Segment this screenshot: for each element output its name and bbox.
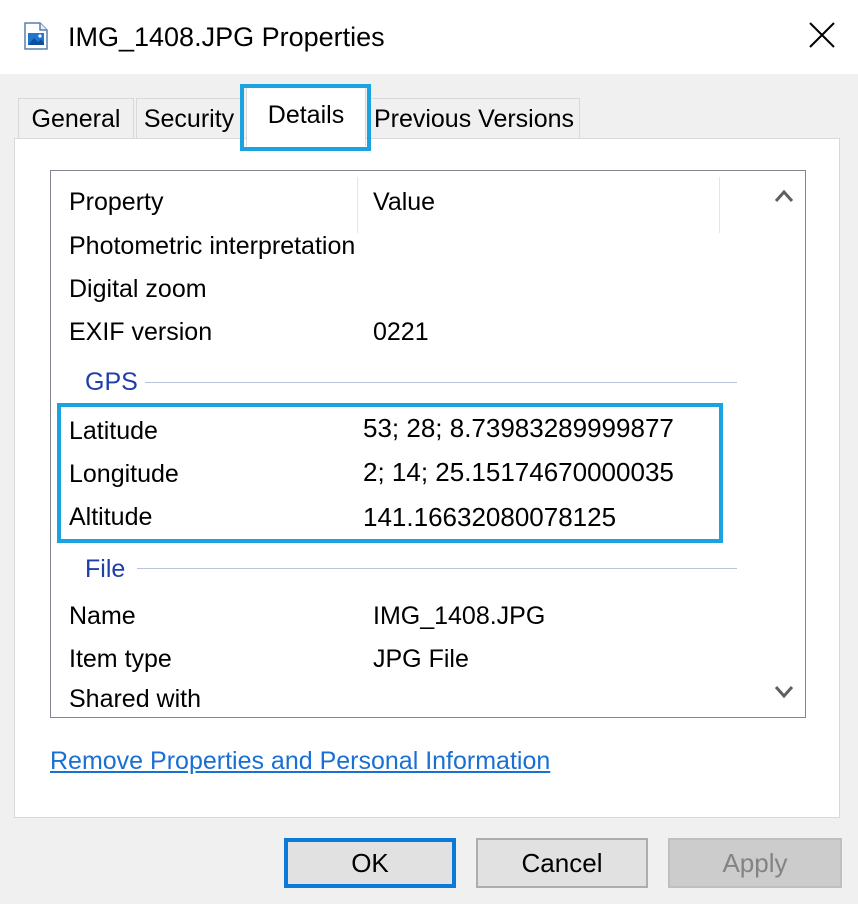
tab-general[interactable]: General: [18, 98, 134, 138]
chevron-down-icon: [774, 685, 794, 704]
column-separator[interactable]: [719, 177, 720, 233]
properties-dialog: IMG_1408.JPG Properties General Security…: [0, 0, 858, 904]
row-label-item-type[interactable]: Item type: [69, 642, 172, 676]
group-divider-file: [137, 568, 737, 569]
row-label-digital-zoom[interactable]: Digital zoom: [69, 272, 207, 306]
row-label-shared-with[interactable]: Shared with: [69, 682, 201, 716]
group-divider-gps: [145, 382, 737, 383]
row-value-name: IMG_1408.JPG: [373, 602, 546, 630]
row-label-altitude[interactable]: Altitude: [69, 500, 152, 534]
row-label-exif-version[interactable]: EXIF version: [69, 315, 212, 349]
row-value-exif-version: 0221: [373, 318, 429, 346]
window-title: IMG_1408.JPG Properties: [68, 22, 385, 52]
tab-previous-versions[interactable]: Previous Versions: [368, 98, 580, 138]
group-title-gps: GPS: [85, 368, 138, 396]
column-separator[interactable]: [357, 177, 358, 233]
scroll-up-button[interactable]: [767, 181, 801, 215]
tab-security[interactable]: Security: [136, 98, 242, 138]
property-list[interactable]: Property Value Photometric interpretatio…: [50, 170, 806, 718]
row-label-longitude[interactable]: Longitude: [69, 457, 179, 491]
row-value-altitude: 141.16632080078125: [363, 502, 617, 532]
row-label-latitude[interactable]: Latitude: [69, 414, 158, 448]
close-icon: [809, 21, 835, 53]
row-value-latitude: 53; 28; 8.73983289999877: [363, 413, 674, 443]
row-value-item-type: JPG File: [373, 645, 469, 673]
image-file-icon: [24, 22, 48, 50]
cancel-button[interactable]: Cancel: [476, 838, 648, 888]
column-header-value[interactable]: Value: [373, 185, 435, 229]
group-title-file: File: [85, 555, 126, 583]
tab-details[interactable]: Details: [246, 86, 366, 146]
row-label-name[interactable]: Name: [69, 599, 136, 633]
title-bar: IMG_1408.JPG Properties: [0, 0, 858, 74]
chevron-up-icon: [774, 189, 794, 208]
column-header-property[interactable]: Property: [69, 185, 163, 229]
row-label-photometric-interpretation[interactable]: Photometric interpretation: [69, 229, 355, 263]
ok-button[interactable]: OK: [284, 838, 456, 888]
vertical-scrollbar[interactable]: [767, 175, 801, 713]
scroll-down-button[interactable]: [767, 677, 801, 711]
apply-button[interactable]: Apply: [668, 838, 842, 888]
row-value-longitude: 2; 14; 25.15174670000035: [363, 457, 674, 487]
remove-properties-link[interactable]: Remove Properties and Personal Informati…: [50, 744, 550, 778]
close-button[interactable]: [796, 14, 848, 60]
